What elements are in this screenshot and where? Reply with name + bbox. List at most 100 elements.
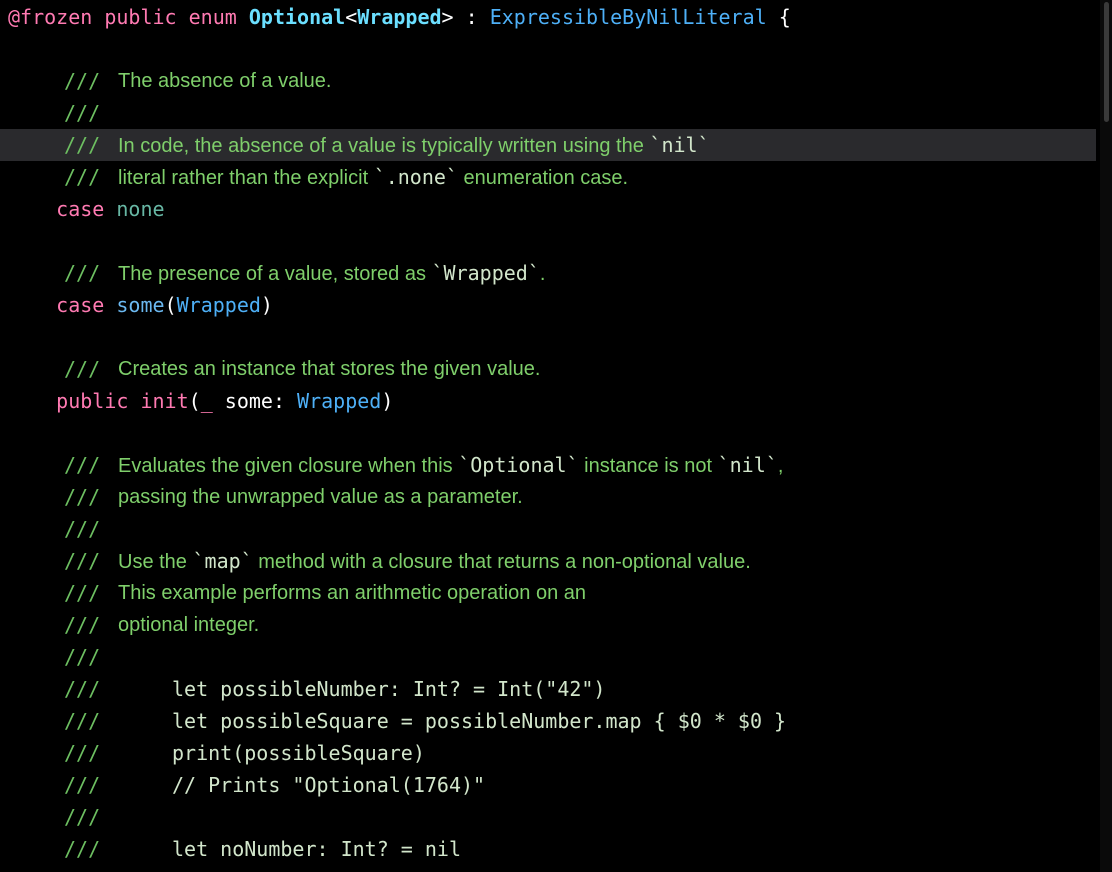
code-line[interactable]: /// let possibleSquare = possibleNumber.m… bbox=[0, 705, 1096, 737]
code-line[interactable]: /// Creates an instance that stores the g… bbox=[0, 353, 1096, 385]
code-line[interactable] bbox=[0, 33, 1096, 65]
code-line[interactable]: ///let possibleNumber: Int? = Int("42") bbox=[0, 673, 1096, 705]
doc-comment-marker: /// bbox=[64, 353, 100, 385]
doc-comment-marker: /// bbox=[64, 609, 100, 641]
code-line[interactable]: @frozen public enum Optional<Wrapped> : … bbox=[0, 1, 1096, 33]
doc-inline-code: `nil` bbox=[718, 453, 778, 477]
code-text: public init(_ some: Wrapped) bbox=[8, 385, 393, 417]
token-plain bbox=[8, 197, 56, 221]
doc-text-run: , bbox=[778, 455, 784, 477]
doc-example-code: let noNumber: Int? = nil bbox=[172, 833, 461, 865]
doc-comment-text: passing the unwrapped value as a paramet… bbox=[118, 481, 523, 513]
token-plain bbox=[8, 389, 56, 413]
doc-comment-marker: /// bbox=[64, 801, 100, 833]
doc-comment-marker: /// bbox=[64, 257, 100, 289]
code-line[interactable]: ///Evaluates the given closure when this… bbox=[0, 449, 1096, 481]
doc-comment-marker: /// bbox=[64, 705, 100, 737]
code-line[interactable]: /// This example performs an arithmetic o… bbox=[0, 577, 1096, 609]
doc-comment-marker: /// bbox=[64, 865, 100, 872]
doc-inline-code: `map` bbox=[192, 549, 252, 573]
token-typ: Wrapped bbox=[357, 5, 441, 29]
code-line[interactable]: /// bbox=[0, 97, 1096, 129]
token-tref: ExpressibleByNilLiteral bbox=[490, 5, 767, 29]
doc-comment-text: Use the `map` method with a closure that… bbox=[118, 545, 751, 578]
vertical-scrollbar[interactable] bbox=[1100, 0, 1112, 872]
token-plain: : bbox=[454, 5, 490, 29]
doc-text-run: Use the bbox=[118, 551, 192, 573]
code-line[interactable]: /// literal rather than the explicit `.no… bbox=[0, 161, 1096, 193]
doc-comment-marker: /// bbox=[64, 161, 100, 193]
doc-comment-marker: /// bbox=[64, 833, 100, 865]
doc-inline-code: `.none` bbox=[374, 165, 458, 189]
code-line[interactable]: case none bbox=[0, 193, 1096, 225]
token-punc: ) bbox=[381, 389, 393, 413]
code-editor[interactable]: @frozen public enum Optional<Wrapped> : … bbox=[0, 0, 1112, 872]
token-plain bbox=[128, 389, 140, 413]
code-line[interactable] bbox=[0, 225, 1096, 257]
token-tref: Wrapped bbox=[177, 293, 261, 317]
code-line[interactable]: /// bbox=[0, 513, 1096, 545]
token-typ: Optional bbox=[249, 5, 345, 29]
doc-example-code: // Prints "Optional(1764)" bbox=[172, 769, 485, 801]
doc-comment-marker: /// bbox=[64, 577, 100, 609]
doc-text-run: instance is not bbox=[579, 455, 718, 477]
doc-text-run: The absence of a value. bbox=[118, 70, 331, 92]
doc-text-run: This example performs an arithmetic oper… bbox=[118, 582, 586, 604]
doc-comment-text: In code, the absence of a value is typic… bbox=[118, 129, 710, 162]
doc-text-run: In code, the absence of a value is typic… bbox=[118, 135, 649, 157]
token-tref: Wrapped bbox=[297, 389, 381, 413]
token-kw: enum bbox=[189, 5, 237, 29]
code-line[interactable]: case some(Wrapped) bbox=[0, 289, 1096, 321]
doc-example-code: let possibleNumber: Int? = Int("42") bbox=[172, 673, 605, 705]
doc-example-code: print(possibleSquare) bbox=[172, 737, 425, 769]
code-line[interactable]: /// The presence of a value, stored as `W… bbox=[0, 257, 1096, 289]
doc-text-run: literal rather than the explicit bbox=[118, 167, 374, 189]
code-line[interactable]: /// bbox=[0, 801, 1096, 833]
doc-text-run: passing the unwrapped value as a paramet… bbox=[118, 486, 523, 508]
code-line[interactable]: /// optional integer. bbox=[0, 609, 1096, 641]
doc-text-run: method with a closure that returns a non… bbox=[253, 551, 751, 573]
doc-text-run: enumeration case. bbox=[458, 167, 628, 189]
token-punc: ( bbox=[165, 293, 177, 317]
token-case-id: none bbox=[116, 197, 164, 221]
doc-example-code: let noSquare = noNumber.map { $0 * $0 } bbox=[172, 865, 642, 872]
code-line[interactable]: ///In code, the absence of a value is ty… bbox=[0, 129, 1096, 161]
doc-comment-text: optional integer. bbox=[118, 609, 259, 641]
token-punc: < bbox=[345, 5, 357, 29]
code-line[interactable]: ///Use the `map` method with a closure t… bbox=[0, 545, 1096, 577]
code-line[interactable]: /// let noSquare = noNumber.map { $0 * $0… bbox=[0, 865, 1096, 872]
token-fn: some bbox=[116, 293, 164, 317]
code-line[interactable]: /// // Prints "Optional(1764)" bbox=[0, 769, 1096, 801]
code-text: @frozen public enum Optional<Wrapped> : … bbox=[8, 1, 791, 33]
token-kw: case bbox=[56, 197, 104, 221]
token-kw: _ bbox=[201, 389, 213, 413]
token-kw: public bbox=[104, 5, 176, 29]
doc-inline-code: `Optional` bbox=[458, 453, 578, 477]
doc-comment-text: literal rather than the explicit `.none`… bbox=[118, 161, 628, 194]
doc-comment-text: The presence of a value, stored as `Wrap… bbox=[118, 257, 545, 290]
code-line[interactable]: public init(_ some: Wrapped) bbox=[0, 385, 1096, 417]
code-line[interactable]: ///print(possibleSquare) bbox=[0, 737, 1096, 769]
code-line[interactable]: /// The absence of a value. bbox=[0, 65, 1096, 97]
code-line[interactable]: /// let noNumber: Int? = nil bbox=[0, 833, 1096, 865]
doc-comment-marker: /// bbox=[64, 65, 100, 97]
doc-comment-marker: /// bbox=[64, 769, 100, 801]
token-plain bbox=[8, 293, 56, 317]
doc-comment-marker: /// bbox=[64, 97, 100, 129]
token-plain bbox=[177, 5, 189, 29]
doc-comment-text: Creates an instance that stores the give… bbox=[118, 353, 540, 385]
token-plain bbox=[104, 293, 116, 317]
doc-text-run: The presence of a value, stored as bbox=[118, 263, 432, 285]
doc-text-run: Creates an instance that stores the give… bbox=[118, 358, 540, 380]
code-line[interactable] bbox=[0, 321, 1096, 353]
doc-example-code: let possibleSquare = possibleNumber.map … bbox=[172, 705, 786, 737]
code-line[interactable]: ///passing the unwrapped value as a para… bbox=[0, 481, 1096, 513]
code-line[interactable]: /// bbox=[0, 641, 1096, 673]
code-line[interactable] bbox=[0, 417, 1096, 449]
doc-inline-code: `nil` bbox=[649, 133, 709, 157]
token-kw: @frozen bbox=[8, 5, 92, 29]
doc-comment-marker: /// bbox=[64, 449, 100, 481]
token-kw: case bbox=[56, 293, 104, 317]
code-text: case none bbox=[8, 193, 165, 225]
scrollbar-thumb[interactable] bbox=[1104, 2, 1109, 122]
